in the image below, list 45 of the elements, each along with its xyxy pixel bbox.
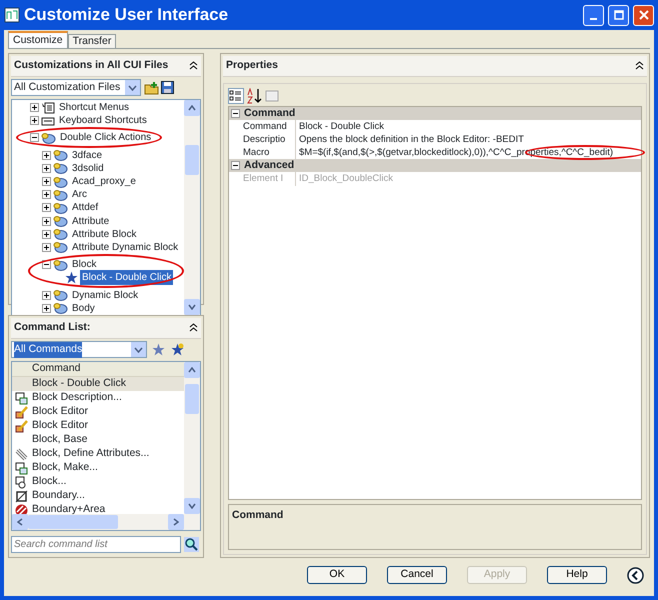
command-item[interactable]: Block Editor (12, 419, 184, 433)
command-item[interactable]: Boundary... (12, 489, 184, 503)
panel-title: Customizations in All CUI Files (14, 58, 168, 73)
command-item[interactable]: Block Description... (12, 391, 184, 405)
property-name: Command (229, 120, 296, 134)
tree-item[interactable]: Dynamic Block (70, 288, 140, 303)
tree-item[interactable]: Attribute Block (70, 226, 138, 242)
dialog-button[interactable]: Cancel (387, 566, 447, 584)
dropdown[interactable]: All Customization Files (11, 79, 141, 96)
tree-item[interactable]: Attribute Dynamic Block (70, 240, 180, 255)
tree-item[interactable]: Body (70, 300, 97, 315)
category-label: Command (244, 106, 296, 121)
search-field[interactable]: Search command list (11, 536, 181, 554)
command-item[interactable]: Block, Make... (12, 461, 184, 475)
tree-item[interactable]: Attribute (70, 214, 112, 229)
tree-item[interactable]: Block (70, 257, 98, 272)
window-title: Customize User Interface (24, 4, 230, 26)
command-item[interactable]: Block Editor (12, 405, 184, 419)
tree-item[interactable]: Keyboard Shortcuts (57, 113, 149, 128)
property-name: Element I (229, 172, 296, 186)
panel-title: Properties (226, 58, 278, 73)
help-title: Command (232, 509, 284, 521)
command-item[interactable]: Block - Double Click (12, 377, 184, 391)
tab[interactable]: Customize (8, 31, 68, 48)
tree-item[interactable]: 3dface (70, 148, 104, 163)
command-item[interactable]: Block... (12, 475, 184, 489)
property-value[interactable]: Opens the block definition in the Block Editor: -BEDIT (299, 134, 524, 145)
tree-item[interactable]: 3dsolid (70, 160, 106, 176)
tab[interactable]: Transfer (68, 34, 116, 48)
command-item[interactable]: Block, Base (12, 433, 184, 447)
dialog-button[interactable]: Help (547, 566, 607, 584)
column-header[interactable]: Command (12, 362, 184, 377)
tree-item[interactable]: Shortcut Menus (57, 100, 132, 116)
dropdown[interactable]: All Commands (11, 341, 147, 358)
tree-item[interactable]: Block - Double Click (80, 270, 174, 286)
tree-item[interactable]: Acad_proxy_e (70, 174, 138, 190)
tree-item[interactable]: Attdef (70, 200, 100, 216)
tree-item[interactable]: Double Click Actions (58, 130, 154, 146)
property-name: Descriptio (229, 132, 296, 147)
property-value[interactable]: Block - Double Click (299, 120, 384, 132)
tree-item[interactable]: Arc (70, 187, 89, 202)
category-label: Advanced (244, 158, 294, 173)
command-item[interactable]: Block, Define Attributes... (12, 447, 184, 461)
panel-title: Command List: (14, 320, 90, 335)
dialog-button[interactable]: OK (307, 566, 367, 584)
